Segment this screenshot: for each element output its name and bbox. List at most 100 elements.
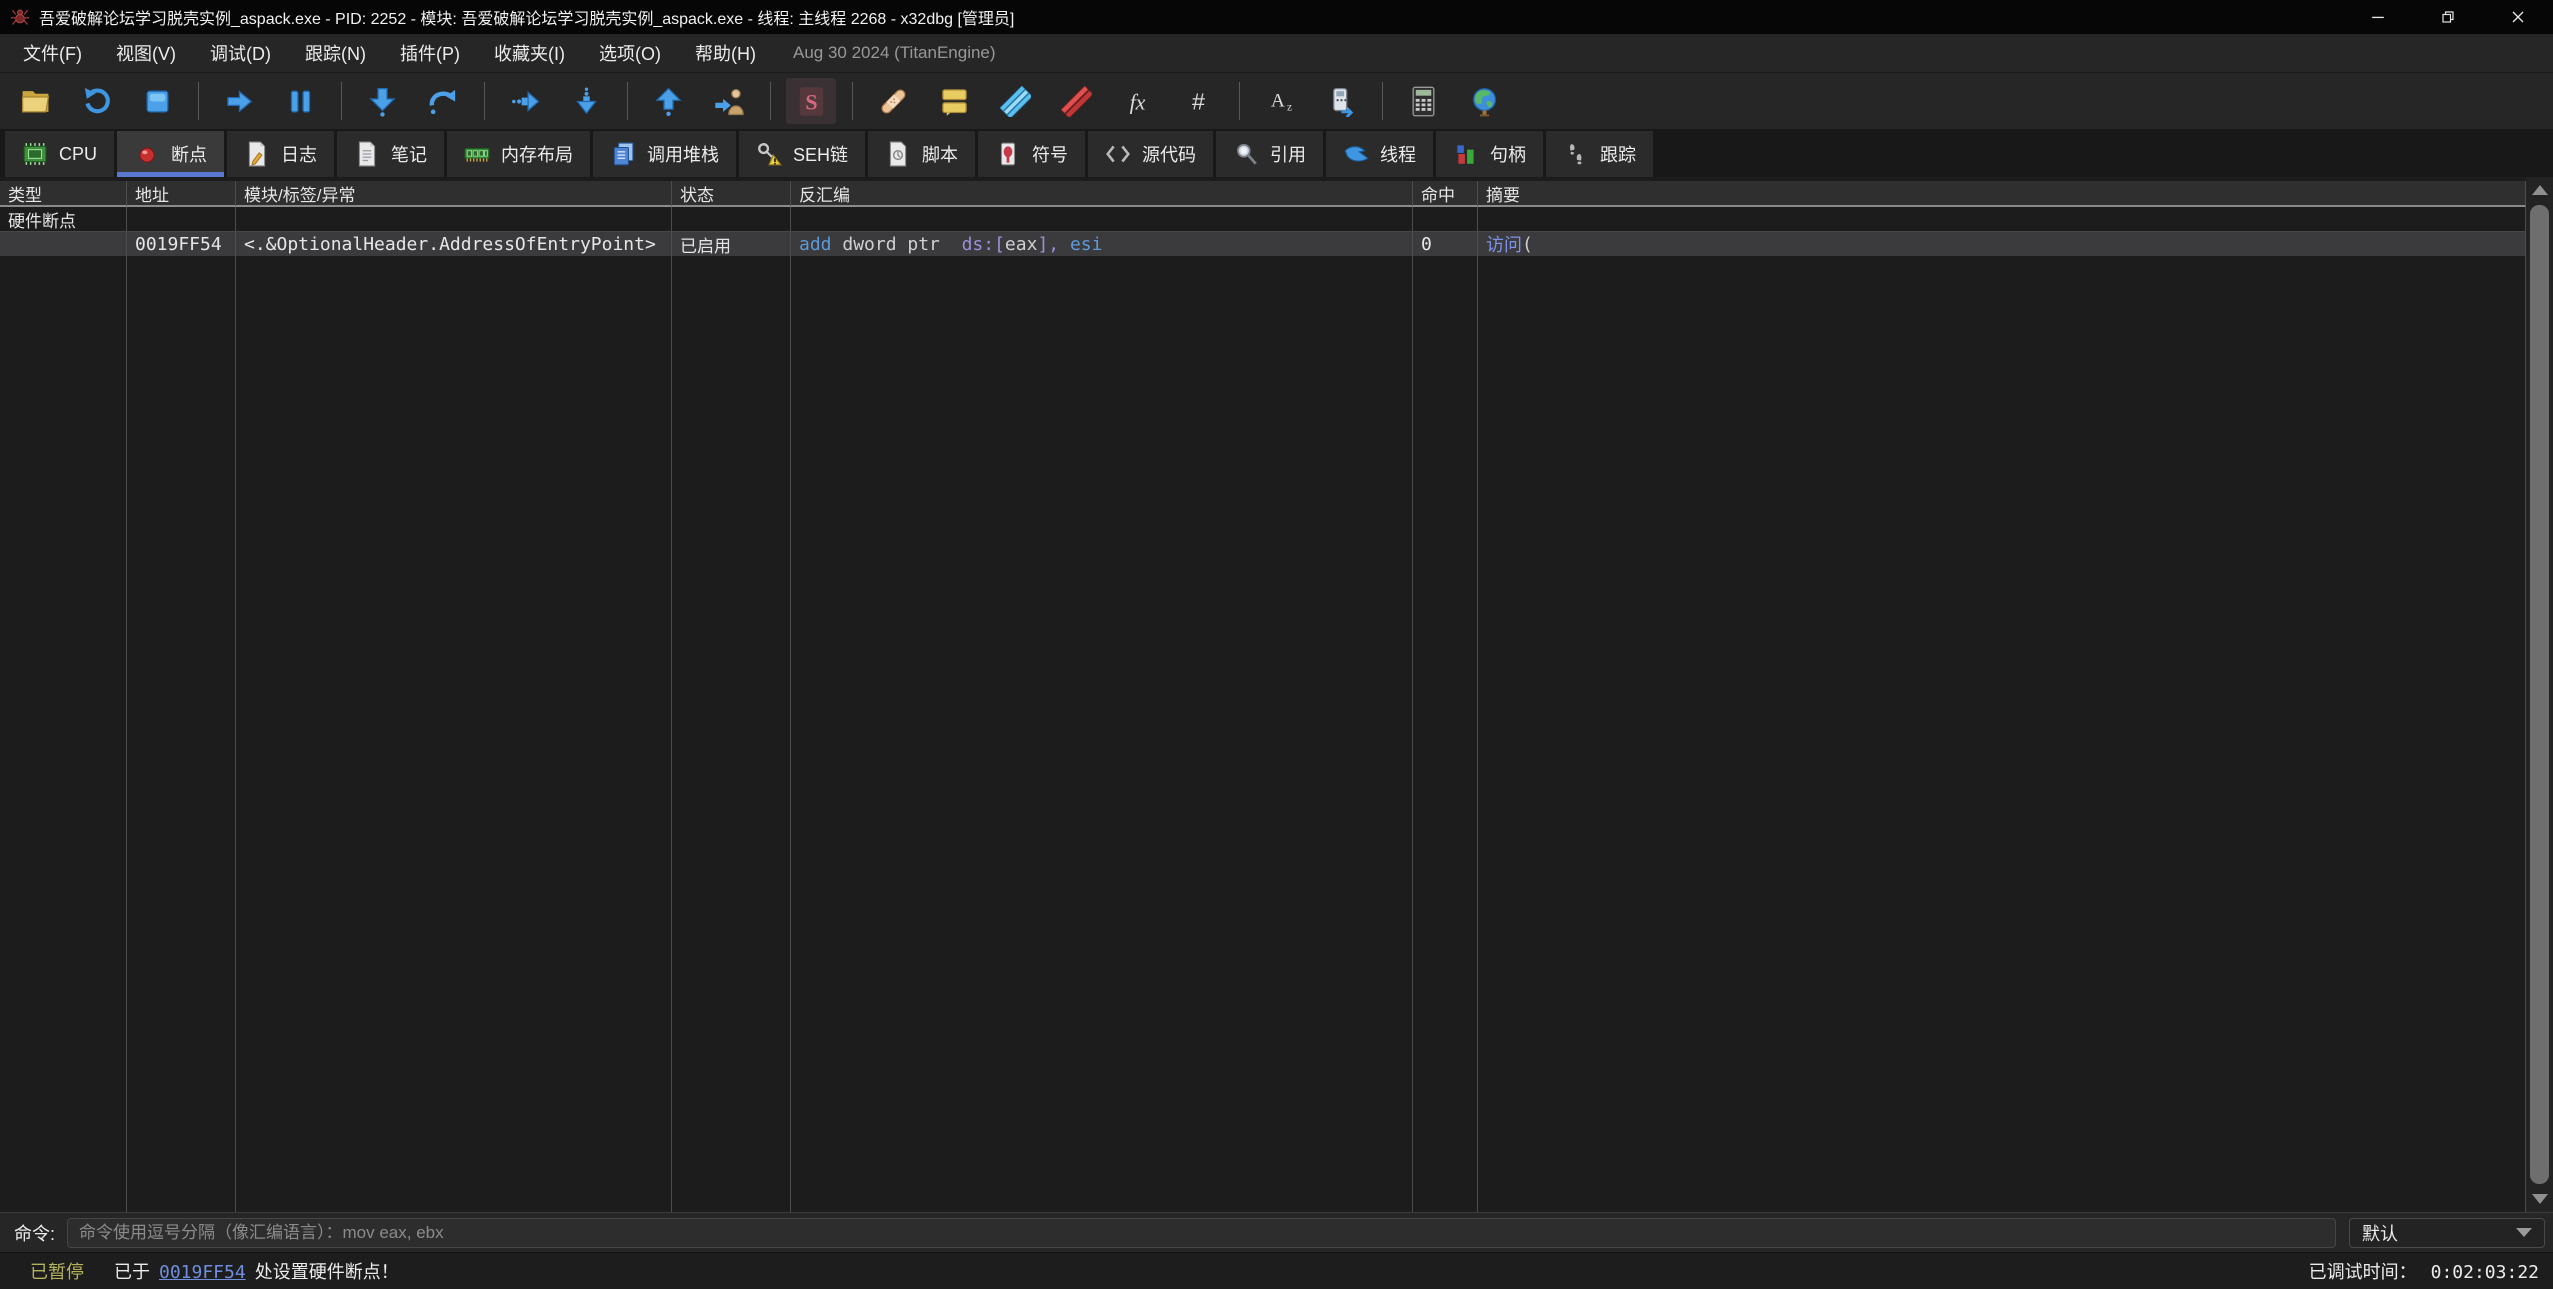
animate-into-button[interactable] — [500, 78, 550, 124]
tab-threads[interactable]: 线程 — [1326, 131, 1433, 177]
tab-label: 线程 — [1380, 141, 1416, 167]
tab-label: 脚本 — [922, 141, 958, 167]
group-row[interactable]: 硬件断点 — [0, 207, 2526, 231]
table-filler — [0, 256, 2526, 1212]
debug-time-label: 已调试时间： — [2309, 1262, 2417, 1282]
column-header[interactable]: 反汇编 — [791, 181, 1413, 207]
pause-button[interactable] — [275, 78, 325, 124]
az-icon: Az — [1265, 86, 1296, 117]
menu-item-favourites[interactable]: 收藏夹(I) — [477, 40, 582, 66]
column-header[interactable]: 地址 — [127, 181, 236, 207]
bp-state: 已启用 — [672, 232, 791, 256]
restart-button[interactable] — [71, 78, 121, 124]
cpu-icon — [22, 141, 48, 167]
bookmarks-button[interactable] — [1051, 78, 1101, 124]
globe-button[interactable] — [1459, 78, 1509, 124]
column-header[interactable]: 模块/标签/异常 — [236, 181, 672, 207]
group-label: 硬件断点 — [0, 207, 127, 231]
toolbar-separator — [770, 82, 771, 120]
step-over-icon — [428, 86, 459, 117]
tab-label: 笔记 — [391, 141, 427, 167]
script-icon — [885, 141, 911, 167]
log-icon — [244, 141, 270, 167]
source-s-button[interactable]: S — [786, 78, 836, 124]
build-info: Aug 30 2024 (TitanEngine) — [793, 43, 996, 63]
menu-item-help[interactable]: 帮助(H) — [678, 40, 773, 66]
patches-button[interactable] — [868, 78, 918, 124]
menubar-items: 文件(F)视图(V)调试(D)跟踪(N)插件(P)收藏夹(I)选项(O)帮助(H… — [6, 34, 773, 72]
run-icon — [224, 86, 255, 117]
tab-script[interactable]: 脚本 — [868, 131, 975, 177]
close-button[interactable] — [2483, 0, 2553, 34]
step-into-button[interactable] — [357, 78, 407, 124]
comments-button[interactable] — [929, 78, 979, 124]
step-out-button[interactable] — [643, 78, 693, 124]
trace-icon — [1563, 141, 1589, 167]
step-into-icon — [367, 86, 398, 117]
column-header[interactable]: 命中 — [1413, 181, 1478, 207]
menu-item-file[interactable]: 文件(F) — [6, 40, 99, 66]
calculator-button[interactable] — [1398, 78, 1448, 124]
tab-memory-map[interactable]: 内存布局 — [447, 131, 590, 177]
tab-cpu[interactable]: CPU — [5, 131, 114, 177]
breakpoints-table: 类型地址模块/标签/异常状态反汇编命中摘要 硬件断点 0019FF54<.&Op… — [0, 177, 2553, 1212]
vertical-scrollbar[interactable] — [2526, 177, 2553, 1212]
handles-icon — [1453, 141, 1479, 167]
column-header[interactable]: 状态 — [672, 181, 791, 207]
trace-into-button[interactable] — [561, 78, 611, 124]
profile-dropdown[interactable]: 默认 — [2349, 1218, 2545, 1248]
breakpoint-row[interactable]: 0019FF54<.&OptionalHeader.AddressOfEntry… — [0, 231, 2526, 256]
hash-button[interactable]: # — [1173, 78, 1223, 124]
tab-seh-chain[interactable]: SEH链 — [739, 131, 865, 177]
menu-item-debug[interactable]: 调试(D) — [193, 40, 288, 66]
notes-icon — [354, 141, 380, 167]
tab-symbols[interactable]: 符号 — [978, 131, 1085, 177]
command-bar: 命令: 默认 — [0, 1212, 2553, 1252]
tab-handles[interactable]: 句柄 — [1436, 131, 1543, 177]
menu-item-options[interactable]: 选项(O) — [582, 40, 678, 66]
tab-log[interactable]: 日志 — [227, 131, 334, 177]
breakpoint-icon — [134, 141, 160, 167]
tab-bar: CPU 断点日志 笔记内存布局调用堆栈SEH链 脚本符号源代码 引用 线程句柄跟踪 — [0, 129, 2553, 177]
scroll-up-button[interactable] — [2526, 177, 2553, 203]
profile-value: 默认 — [2362, 1220, 2398, 1246]
step-over-button[interactable] — [418, 78, 468, 124]
functions-button[interactable]: fx — [1112, 78, 1162, 124]
device-sync-button[interactable] — [1316, 78, 1366, 124]
tab-notes[interactable]: 笔记 — [337, 131, 444, 177]
run-button[interactable] — [214, 78, 264, 124]
tab-trace[interactable]: 跟踪 — [1546, 131, 1653, 177]
tab-breakpoints[interactable]: 断点 — [117, 131, 224, 177]
column-header[interactable]: 摘要 — [1478, 181, 2526, 207]
case-button[interactable]: Az — [1255, 78, 1305, 124]
tab-label: CPU — [59, 144, 97, 165]
open-button[interactable] — [10, 78, 60, 124]
menu-item-trace[interactable]: 跟踪(N) — [288, 40, 383, 66]
calculator-icon — [1408, 86, 1439, 117]
menu-item-view[interactable]: 视图(V) — [99, 40, 193, 66]
menu-item-plugins[interactable]: 插件(P) — [383, 40, 477, 66]
folder-icon — [20, 86, 51, 117]
toolbar-separator — [852, 82, 853, 120]
tab-call-stack[interactable]: 调用堆栈 — [593, 131, 736, 177]
table-header: 类型地址模块/标签/异常状态反汇编命中摘要 — [0, 181, 2526, 207]
pause-icon — [285, 86, 316, 117]
title-bar[interactable]: 吾爱破解论坛学习脱壳实例_aspack.exe - PID: 2252 - 模块… — [0, 0, 2553, 34]
restore-button[interactable] — [2413, 0, 2483, 34]
command-input[interactable] — [67, 1218, 2336, 1248]
scroll-down-button[interactable] — [2526, 1186, 2553, 1212]
bp-disassembly: add dword ptr ds:[eax], esi — [791, 232, 1413, 256]
globe-icon — [1469, 86, 1500, 117]
column-header[interactable]: 类型 — [0, 181, 127, 207]
run-to-user-code-button[interactable] — [704, 78, 754, 124]
tab-label: 引用 — [1270, 141, 1306, 167]
scrollbar-thumb[interactable] — [2530, 205, 2549, 1184]
stop-button[interactable] — [132, 78, 182, 124]
tab-source[interactable]: 源代码 — [1088, 131, 1213, 177]
labels-button[interactable] — [990, 78, 1040, 124]
seh-icon — [756, 141, 782, 167]
bookmark-icon — [1061, 86, 1092, 117]
address-link[interactable]: 0019FF54 — [159, 1262, 246, 1283]
tab-references[interactable]: 引用 — [1216, 131, 1323, 177]
minimize-button[interactable] — [2343, 0, 2413, 34]
